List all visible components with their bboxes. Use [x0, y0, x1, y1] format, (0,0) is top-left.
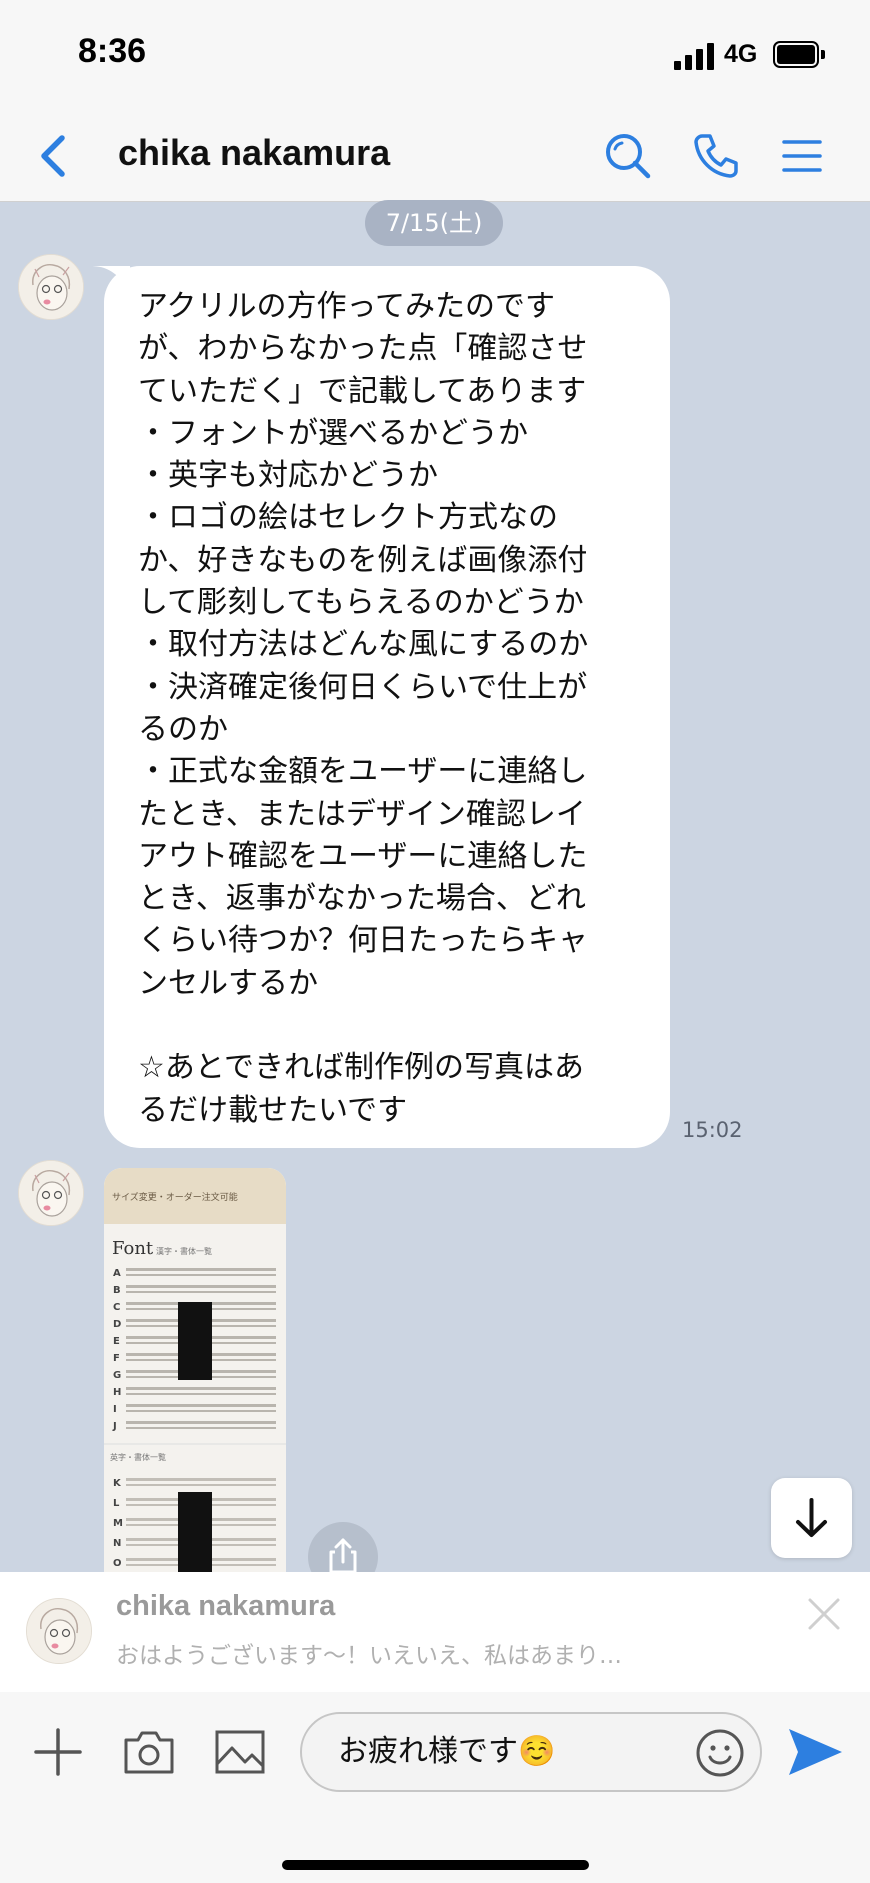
svg-text:サイズ変更・オーダー注文可能: サイズ変更・オーダー注文可能 [112, 1191, 238, 1203]
battery-icon [773, 41, 825, 68]
status-bar: 8:36 4G [0, 0, 870, 110]
message-bubble[interactable]: アクリルの方作ってみたのです が、わからなかった点「確認させ ていただく」で記載… [104, 266, 670, 1148]
avatar[interactable] [18, 254, 84, 320]
home-indicator [282, 1860, 589, 1870]
network-type: 4G [724, 40, 758, 68]
svg-text:F: F [113, 1353, 120, 1364]
svg-text:M: M [113, 1518, 123, 1529]
message-text: アクリルの方作ってみたのです が、わからなかった点「確認させ ていただく」で記載… [138, 289, 589, 1128]
send-icon [789, 1729, 842, 1775]
message-input-text: お疲れ様です☺️ [338, 1734, 556, 1769]
avatar-illustration [19, 255, 83, 319]
date-separator: 7/15(土) [365, 200, 503, 246]
image-icon [215, 1730, 265, 1774]
svg-text:H: H [113, 1387, 121, 1398]
emoji-icon [696, 1729, 744, 1777]
status-time: 8:36 [78, 32, 147, 70]
svg-text:N: N [113, 1538, 121, 1549]
new-message-preview[interactable]: chika nakamura おはようございます〜！いえいえ、私はあまり… [0, 1572, 870, 1692]
svg-text:O: O [113, 1558, 122, 1569]
chevron-left-icon [41, 135, 65, 177]
svg-text:B: B [113, 1285, 121, 1296]
avatar-illustration [27, 1599, 91, 1663]
call-button[interactable] [690, 130, 742, 182]
close-preview-button[interactable] [806, 1596, 842, 1632]
svg-text:D: D [113, 1319, 121, 1330]
svg-text:A: A [113, 1268, 121, 1279]
avatar-illustration [19, 1161, 83, 1225]
svg-text:C: C [113, 1302, 120, 1313]
svg-text:Font: Font [112, 1238, 154, 1259]
image-message[interactable]: サイズ変更・オーダー注文可能 Font 漢字・書体一覧 A B C D E F … [104, 1168, 286, 1572]
preview-message-text: おはようございます〜！いえいえ、私はあまり… [116, 1643, 622, 1669]
send-button[interactable] [786, 1726, 844, 1778]
preview-sender-name: chika nakamura [116, 1590, 336, 1622]
chat-header: chika nakamura [0, 110, 870, 202]
emoji-button[interactable] [694, 1727, 746, 1779]
chat-title: chika nakamura [118, 132, 391, 173]
cellular-signal-icon [674, 42, 716, 70]
message-composer: お疲れ様です☺️ [0, 1692, 870, 1883]
avatar [26, 1598, 92, 1664]
font-sample-image: サイズ変更・オーダー注文可能 Font 漢字・書体一覧 A B C D E F … [104, 1168, 286, 1572]
phone-icon [694, 134, 738, 178]
scroll-to-bottom-button[interactable] [771, 1478, 852, 1558]
plus-icon [34, 1728, 82, 1776]
menu-button[interactable] [776, 130, 828, 182]
hamburger-menu-icon [782, 140, 822, 172]
search-button[interactable] [602, 130, 654, 182]
arrow-down-icon [796, 1498, 827, 1537]
svg-text:G: G [113, 1370, 121, 1381]
svg-text:J: J [112, 1421, 117, 1432]
message-timestamp: 15:02 [682, 1118, 743, 1142]
svg-text:I: I [113, 1404, 117, 1415]
back-button[interactable] [30, 126, 80, 186]
add-button[interactable] [30, 1724, 86, 1780]
svg-text:漢字・書体一覧: 漢字・書体一覧 [156, 1246, 212, 1256]
close-icon [808, 1598, 840, 1630]
gallery-button[interactable] [212, 1724, 268, 1780]
svg-text:英字・書体一覧: 英字・書体一覧 [110, 1452, 166, 1462]
svg-text:E: E [113, 1336, 120, 1347]
camera-button[interactable] [121, 1724, 177, 1780]
avatar[interactable] [18, 1160, 84, 1226]
camera-icon [124, 1731, 174, 1774]
svg-text:K: K [113, 1478, 122, 1489]
message-input[interactable]: お疲れ様です☺️ [300, 1712, 762, 1792]
svg-text:L: L [113, 1498, 120, 1509]
search-icon [606, 134, 651, 179]
